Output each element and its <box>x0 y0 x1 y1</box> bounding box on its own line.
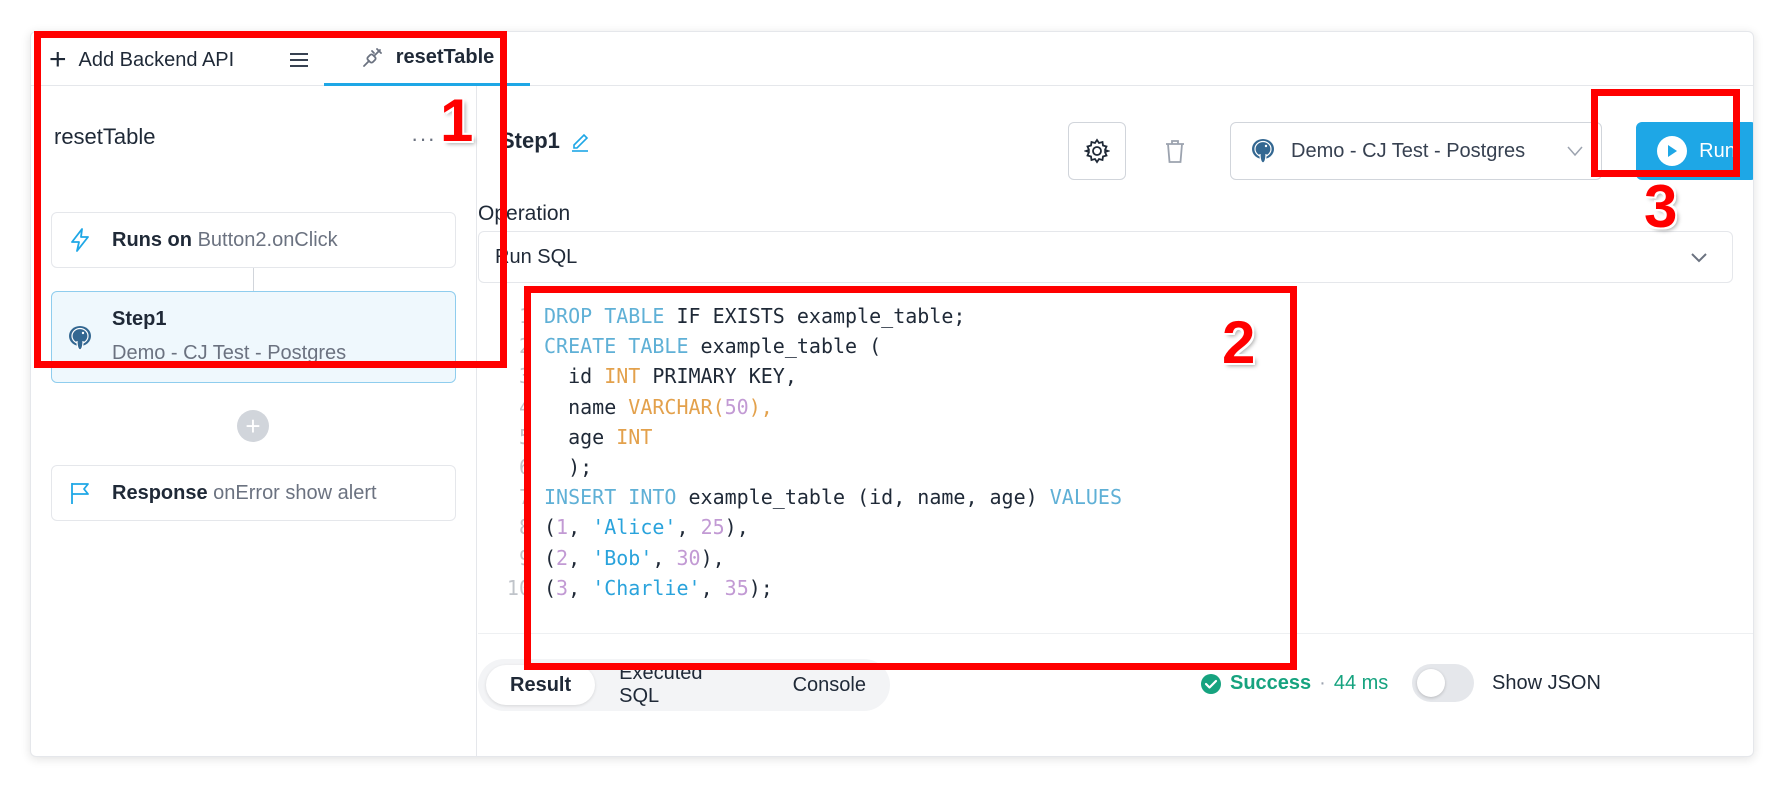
status-separator: · <box>1319 672 1326 694</box>
annotation-box-1 <box>34 31 507 368</box>
chevron-down-icon <box>1691 253 1707 263</box>
annotation-number-1: 1 <box>440 87 474 154</box>
annotation-number-2: 2 <box>1222 309 1256 376</box>
show-json-label: Show JSON <box>1492 672 1601 694</box>
annotation-number-3: 3 <box>1644 173 1678 240</box>
step-title: Step1 <box>500 128 590 154</box>
chevron-down-icon <box>1567 146 1583 157</box>
response-value: onError show alert <box>213 481 377 504</box>
operation-select-value: Run SQL <box>495 245 578 268</box>
annotation-box-2 <box>524 286 1297 670</box>
trash-icon <box>1166 140 1184 163</box>
datasource-select[interactable]: Demo - CJ Test - Postgres <box>1230 122 1602 180</box>
tab-result[interactable]: Result <box>486 665 596 705</box>
annotation-box-3 <box>1591 89 1740 177</box>
tab-executed-sql[interactable]: Executed SQL <box>595 662 768 707</box>
response-card[interactable]: Response onError show alert <box>51 465 456 521</box>
toggle-knob <box>1417 669 1445 697</box>
status-duration: 44 ms <box>1333 672 1389 694</box>
check-circle-icon <box>1201 673 1221 694</box>
response-label: Response <box>112 481 208 504</box>
add-step-button[interactable]: + <box>237 410 269 442</box>
gear-icon <box>1084 138 1110 164</box>
run-status: Success · 44 ms <box>1200 672 1388 695</box>
step-settings-button[interactable] <box>1068 122 1126 180</box>
datasource-select-value: Demo - CJ Test - Postgres <box>1291 139 1526 162</box>
postgres-elephant-icon <box>1252 139 1274 164</box>
operation-select[interactable]: Run SQL <box>478 231 1733 283</box>
response-text: Response onError show alert <box>112 482 377 505</box>
delete-step-button[interactable] <box>1146 122 1204 180</box>
step-title-text: Step1 <box>500 128 560 153</box>
status-label: Success <box>1230 672 1312 694</box>
show-json-toggle[interactable] <box>1412 664 1474 702</box>
pencil-icon[interactable] <box>570 130 590 152</box>
tab-console[interactable]: Console <box>769 665 890 705</box>
flag-icon <box>66 479 94 507</box>
